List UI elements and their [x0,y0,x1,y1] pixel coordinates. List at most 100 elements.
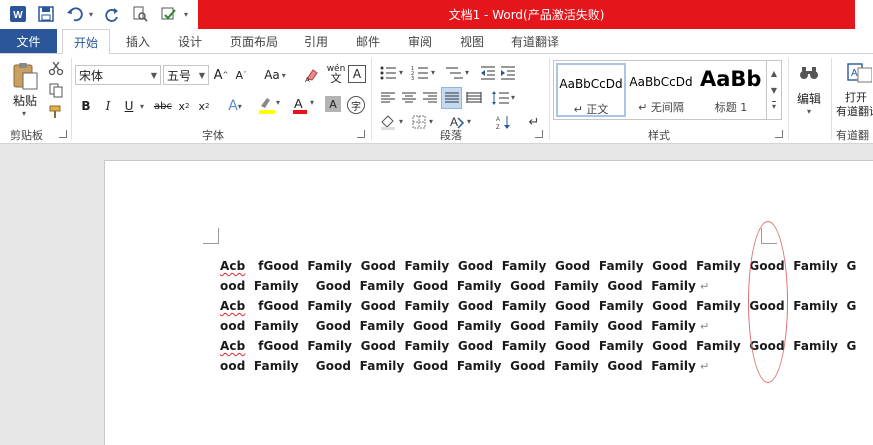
tab-insert[interactable]: 插入 [116,29,160,53]
paste-dropdown-icon[interactable]: ▾ [18,108,30,118]
font-family-combo[interactable]: 宋体 ▼ [75,65,161,85]
more-styles-icon[interactable]: ▾ [771,101,776,111]
justify-icon[interactable] [441,87,462,109]
svg-text:A: A [294,96,303,111]
tab-mailings[interactable]: 邮件 [346,29,390,53]
crop-mark-top-left [203,228,219,244]
character-border-icon[interactable]: A [348,65,366,83]
sort-icon[interactable]: AZ [494,112,514,132]
font-size-combo[interactable]: 五号 ▼ [163,65,209,85]
numbering-icon[interactable]: 1 2 3 ▾ [410,63,440,83]
redo-icon[interactable] [102,4,122,24]
misspelled-word[interactable]: Acb [220,299,245,313]
paragraph-mark: ↵ [699,360,710,373]
align-center-icon[interactable] [399,88,419,108]
shading-icon[interactable]: ▾ [378,112,408,132]
svg-text:3: 3 [411,76,414,81]
scroll-up-icon[interactable]: ▲ [771,69,777,78]
misspelled-word[interactable]: Acb [220,339,245,353]
document-line[interactable]: ood Family Good Family Good Family Good … [220,358,709,374]
group-label-font: 字体 [202,129,224,142]
clear-formatting-icon[interactable]: A [302,65,322,85]
bullets-icon[interactable]: ▾ [378,63,408,83]
svg-text:▾: ▾ [431,68,435,77]
line-text: ood Family Good Family Good Family Good … [220,359,696,373]
svg-text:▾: ▾ [465,68,469,77]
document-area: Acb fGood Family Good Family Good Family… [0,144,873,445]
copy-icon[interactable] [46,80,66,100]
font-launcher-icon[interactable] [357,130,365,138]
svg-text:A: A [496,117,500,123]
multilevel-list-icon[interactable]: ▾ [443,63,473,83]
document-line[interactable]: ood Family Good Family Good Family Good … [220,278,709,294]
styles-scroll[interactable]: ▲ ▼ ▾ [767,60,782,120]
group-label-youdao: 有道翻 [836,129,869,142]
tab-design[interactable]: 设计 [168,29,212,53]
svg-text:▾: ▾ [511,93,515,102]
clipboard-launcher-icon[interactable] [59,130,67,138]
find-binoculars-icon[interactable] [796,60,822,86]
line-text: ood Family Good Family Good Family Good … [220,319,696,333]
underline-dropdown-icon[interactable]: ▾ [137,96,147,116]
distributed-icon[interactable] [464,88,484,108]
paste-icon[interactable] [8,60,42,92]
cut-icon[interactable] [46,58,66,78]
align-left-icon[interactable] [378,88,398,108]
svg-text:▾: ▾ [429,117,433,126]
superscript-icon[interactable]: x2 [196,96,212,116]
change-case-button[interactable]: Aa ▾ [260,65,290,85]
save-icon[interactable] [36,4,56,24]
italic-icon[interactable]: I [100,96,116,116]
character-shading-icon[interactable]: A [325,96,341,112]
misspelled-word[interactable]: Acb [220,259,245,273]
print-preview-icon[interactable] [130,4,150,24]
word-logo-icon[interactable]: W [8,4,28,24]
youdao-open-button[interactable]: 打开 [845,90,873,104]
paragraph-launcher-icon[interactable] [535,130,543,138]
styles-launcher-icon[interactable] [775,130,783,138]
tab-view[interactable]: 视图 [450,29,494,53]
customize-qat-icon[interactable]: ▾ [180,4,192,24]
tab-home[interactable]: 开始 [62,29,110,54]
text-effects-icon[interactable]: A ▾ [224,96,246,116]
youdao-translate-icon[interactable]: A [845,60,873,86]
tab-file[interactable]: 文件 [0,29,57,53]
highlight-color-icon[interactable]: ▾ [256,94,282,116]
grow-font-icon[interactable]: A ^ [212,65,230,85]
scroll-down-icon[interactable]: ▼ [771,86,777,95]
subscript-icon[interactable]: x2 [176,96,192,116]
line-spacing-icon[interactable]: ▾ [490,88,520,108]
font-color-icon[interactable]: A ▾ [290,94,318,116]
shrink-font-icon[interactable]: Aˇ [232,65,250,85]
strikethrough-icon[interactable]: abc [152,96,174,116]
spelling-check-icon[interactable] [158,4,180,24]
ribbon: 粘贴 ▾ 剪贴板 宋体 ▼ 五号 ▼ A ^ Aˇ Aa ▾ A wén 文 A B … [0,53,873,144]
undo-dropdown-icon[interactable]: ▾ [86,4,96,24]
chevron-down-icon: ▼ [198,71,205,80]
bold-icon[interactable]: B [78,96,94,116]
style-heading-1[interactable]: AaBb 标题 1 [696,63,766,117]
underline-icon[interactable]: U [121,96,137,116]
group-label-clipboard: 剪贴板 [10,129,43,142]
show-marks-icon[interactable]: ↵ [524,112,544,132]
style-no-spacing[interactable]: AaBbCcDd ↵ 无间隔 [626,63,696,117]
svg-text:A: A [305,77,310,83]
tab-review[interactable]: 审阅 [398,29,442,53]
editing-dropdown-icon[interactable]: ▾ [803,106,815,116]
decrease-indent-icon[interactable] [478,63,498,83]
paste-button[interactable]: 粘贴 [8,92,42,108]
format-painter-icon[interactable] [46,102,66,122]
svg-text:▾: ▾ [276,98,280,107]
borders-icon[interactable]: ▾ [410,112,440,132]
align-right-icon[interactable] [420,88,440,108]
undo-icon[interactable] [64,4,86,24]
increase-indent-icon[interactable] [498,63,518,83]
enclose-characters-icon[interactable]: 字 [347,96,365,114]
editing-button[interactable]: 编辑 [794,90,824,106]
style-normal[interactable]: AaBbCcDd ↵ 正文 [556,63,626,117]
tab-page-layout[interactable]: 页面布局 [222,29,286,53]
document-line[interactable]: ood Family Good Family Good Family Good … [220,318,709,334]
tab-youdao[interactable]: 有道翻译 [502,29,568,53]
tab-references[interactable]: 引用 [294,29,338,53]
phonetic-guide-icon[interactable]: wén 文 [325,63,347,85]
